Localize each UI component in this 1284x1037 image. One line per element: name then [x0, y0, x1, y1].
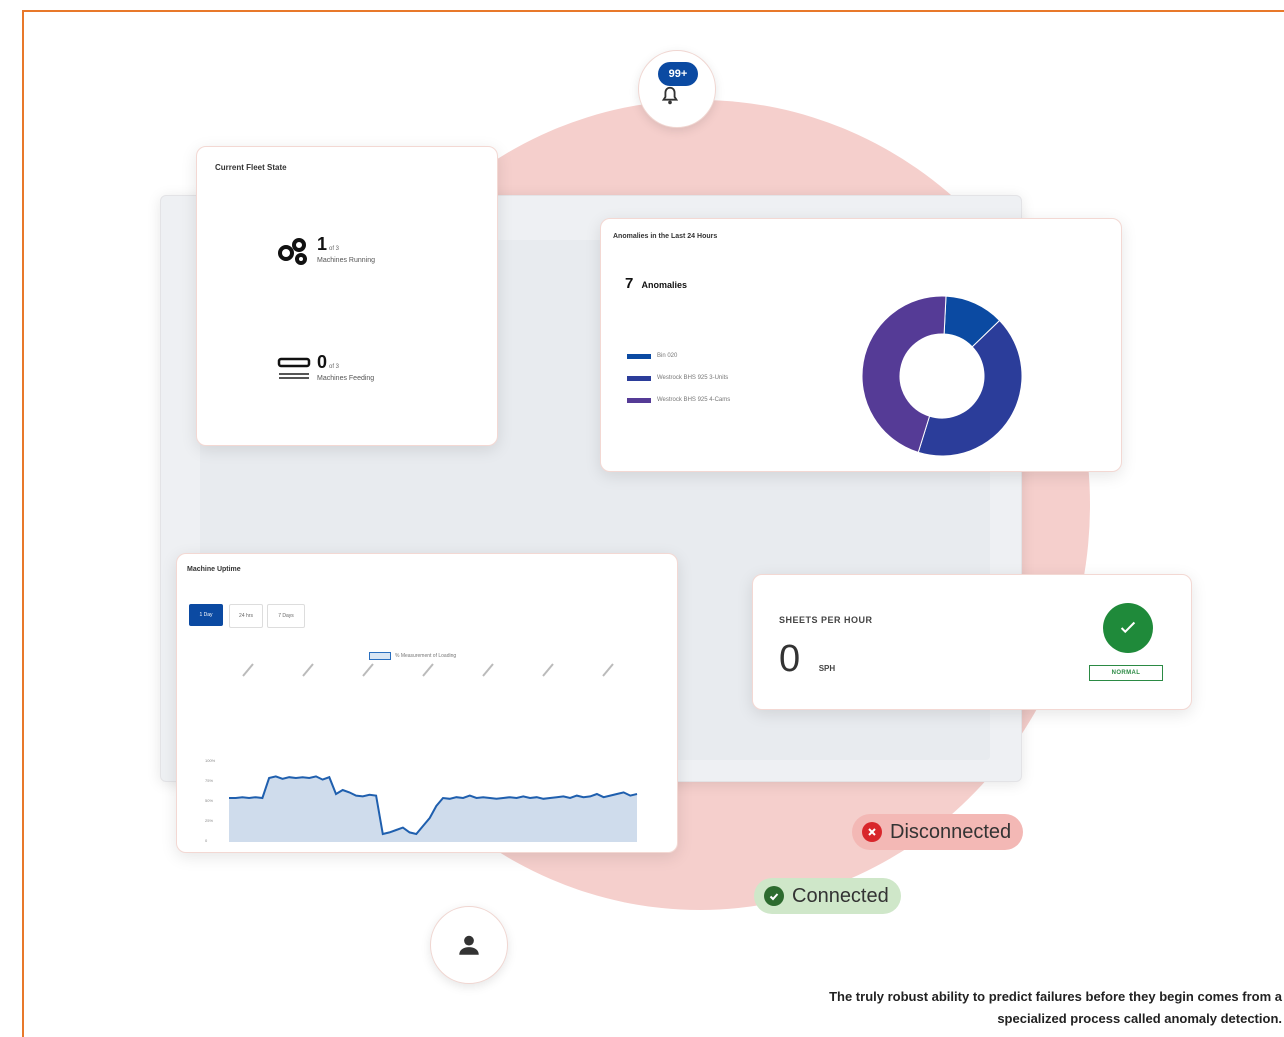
machines-feeding-label: Machines Feeding	[317, 375, 375, 382]
tab-1-day[interactable]: 1 Day	[189, 604, 223, 626]
sph-unit: SPH	[818, 664, 836, 673]
anomalies-count-label: Anomalies	[641, 280, 688, 290]
legend-swatch	[627, 353, 651, 359]
y-tick-label: 75%	[205, 778, 213, 783]
anomalies-count-row: 7 Anomalies	[625, 275, 687, 292]
machines-running-stat: 1 of 3 Machines Running	[277, 235, 375, 265]
anomalies-card: Anomalies in the Last 24 Hours 7 Anomali…	[600, 218, 1122, 472]
bell-icon	[661, 86, 679, 105]
y-tick-label: 100%	[205, 758, 216, 763]
machines-feeding-count: 0	[317, 352, 328, 372]
feeder-icon	[277, 357, 311, 379]
x-tick-label	[242, 663, 254, 677]
disconnected-status-pill: Disconnected	[852, 814, 1024, 850]
machines-running-of: of 3	[329, 246, 340, 252]
fleet-state-title: Current Fleet State	[215, 163, 287, 172]
x-tick-label	[422, 663, 434, 677]
sph-label: SHEETS PER HOUR	[779, 615, 873, 625]
user-icon	[459, 935, 479, 955]
notification-count-badge: 99+	[658, 62, 698, 86]
y-tick-label: 25%	[205, 818, 213, 823]
y-tick-label: 0	[205, 838, 208, 843]
tab-7-days[interactable]: 7 Days	[267, 604, 305, 628]
x-tick-label	[362, 663, 374, 677]
frame-left-border	[22, 10, 24, 1037]
close-circle-icon	[862, 822, 882, 842]
x-tick-label	[302, 663, 314, 677]
x-tick-label	[482, 663, 494, 677]
sph-value: 0	[779, 638, 801, 680]
gears-icon	[278, 238, 307, 265]
machines-feeding-stat: 0 of 3 Machines Feeding	[277, 353, 374, 383]
legend-item: Bin 020	[627, 345, 730, 367]
caption-text: The truly robust ability to predict fail…	[829, 989, 1282, 1026]
fleet-state-card: Current Fleet State 1 of 3 Machines Runni…	[196, 146, 498, 446]
checkmark-icon	[1120, 621, 1136, 634]
sph-value-row: 0 SPH	[779, 639, 835, 689]
anomalies-count: 7	[625, 275, 634, 292]
status-normal-badge: NORMAL	[1089, 665, 1163, 681]
machine-uptime-title: Machine Uptime	[187, 566, 241, 573]
legend-swatch	[627, 375, 651, 381]
connected-label: Connected	[792, 884, 889, 907]
machines-feeding-of: of 3	[329, 364, 340, 370]
legend-label: Westrock BHS 925 4-Cams	[657, 397, 731, 403]
connected-status-pill: Connected	[754, 878, 901, 914]
anomalies-donut-chart	[861, 295, 1023, 457]
status-check	[1103, 603, 1153, 653]
legend-item: Westrock BHS 925 3-Units	[627, 367, 730, 389]
x-tick-label	[542, 663, 554, 677]
frame-top-border	[22, 10, 1284, 12]
legend-item: Westrock BHS 925 4-Cams	[627, 389, 730, 411]
uptime-line-chart: 100% 75% 50% 25% 0	[205, 663, 638, 843]
legend-swatch	[627, 397, 651, 403]
machines-running-label: Machines Running	[317, 257, 375, 264]
x-tick-label	[602, 663, 614, 677]
anomalies-title: Anomalies in the Last 24 Hours	[613, 233, 718, 240]
user-profile-button[interactable]	[430, 906, 508, 984]
y-tick-label: 50%	[205, 798, 213, 803]
anomalies-legend: Bin 020 Westrock BHS 925 3-Units Westroc…	[627, 345, 730, 411]
legend-label: Westrock BHS 925 3-Units	[657, 375, 729, 381]
tab-24-hrs[interactable]: 24 hrs	[229, 604, 263, 628]
disconnected-label: Disconnected	[890, 820, 1012, 843]
machine-uptime-card: Machine Uptime 1 Day 24 hrs 7 Days % Mea…	[176, 553, 678, 853]
sheets-per-hour-card: SHEETS PER HOUR 0 SPH NORMAL	[752, 574, 1192, 710]
machines-running-count: 1	[317, 234, 328, 254]
legend-label: Bin 020	[657, 353, 678, 359]
check-circle-icon	[764, 886, 784, 906]
uptime-area	[229, 776, 637, 842]
